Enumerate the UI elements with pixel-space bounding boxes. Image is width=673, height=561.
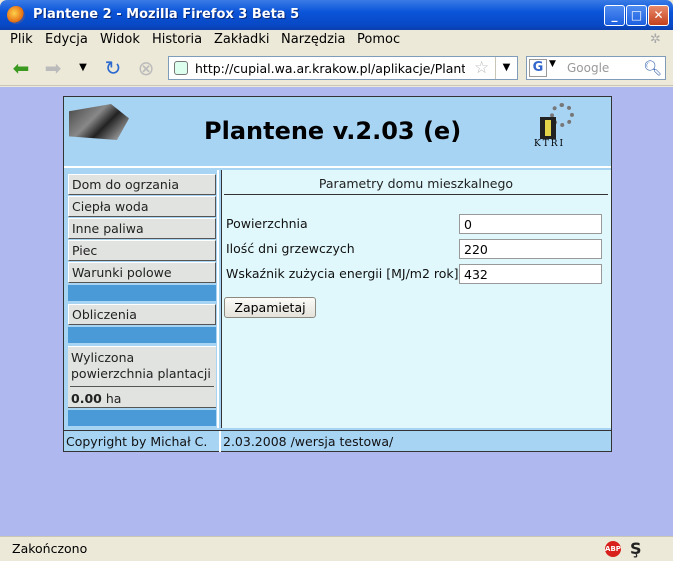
section-divider: [224, 194, 608, 195]
status-bar: Zakończono ABP Ş: [0, 536, 673, 561]
result-value-row: 0.00 ha: [71, 391, 121, 406]
close-button[interactable]: ✕: [648, 5, 669, 26]
result-value: 0.00: [71, 391, 102, 406]
menu-pomoc[interactable]: Pomoc: [357, 32, 400, 47]
window-titlebar: Plantene 2 - Mozilla Firefox 3 Beta 5 _ …: [0, 0, 673, 30]
field-label-powierzchnia: Powierzchnia: [226, 216, 308, 231]
search-placeholder[interactable]: Google: [567, 61, 609, 75]
sidebar-separator: [68, 410, 216, 426]
status-text: Zakończono: [12, 541, 88, 556]
save-button[interactable]: Zapamietaj: [224, 297, 316, 318]
site-identity-icon[interactable]: [174, 61, 188, 75]
result-unit: ha: [105, 391, 122, 406]
menu-widok[interactable]: Widok: [100, 32, 140, 47]
menu-edycja[interactable]: Edycja: [45, 32, 88, 47]
menu-zakladki[interactable]: Zakładki: [214, 32, 269, 47]
sidebar-item-inne-paliwa[interactable]: Inne paliwa: [68, 218, 216, 239]
field-label-wskaznik: Wskaźnik zużycia energii [MJ/m2 rok]: [226, 266, 459, 281]
app-title: Plantene v.2.03 (e): [204, 117, 462, 145]
sidebar-item-warunki-polowe[interactable]: Warunki polowe: [68, 262, 216, 283]
wskaznik-input[interactable]: [459, 264, 602, 284]
tree-logo-icon: [69, 104, 129, 140]
stop-icon[interactable]: ⊗: [135, 57, 157, 79]
forward-icon[interactable]: ➡: [42, 57, 64, 79]
version-text: 2.03.2008 /wersja testowa/: [223, 434, 394, 449]
url-bar[interactable]: http://cupial.wa.ar.krakow.pl/aplikacje/…: [168, 56, 518, 80]
ktrii-logo-text: KTRI: [534, 139, 566, 149]
url-dropdown-icon[interactable]: ▼: [495, 57, 517, 79]
menu-narzedzia[interactable]: Narzędzia: [281, 32, 346, 47]
minimize-button[interactable]: _: [604, 5, 625, 26]
adblock-icon[interactable]: ABP: [605, 541, 621, 557]
sidebar-separator: [68, 327, 216, 343]
page-viewport: Plantene v.2.03 (e) KTRI Dom do ogrzania…: [0, 87, 673, 536]
section-title: Parametry domu mieszkalnego: [318, 176, 514, 191]
result-label: Wyliczona powierzchnia plantacji: [71, 350, 211, 381]
sidebar-item-obliczenia[interactable]: Obliczenia: [68, 304, 216, 325]
sidebar-item-piec[interactable]: Piec: [68, 240, 216, 261]
back-icon[interactable]: ⬅: [10, 57, 32, 79]
extension-s-icon[interactable]: Ş: [630, 539, 642, 558]
app-container: Plantene v.2.03 (e) KTRI Dom do ogrzania…: [63, 96, 612, 452]
app-header: Plantene v.2.03 (e) KTRI: [64, 97, 611, 168]
sidebar: Dom do ogrzania Ciepła woda Inne paliwa …: [64, 170, 219, 428]
powierzchnia-input[interactable]: [459, 214, 602, 234]
menu-plik[interactable]: Plik: [10, 32, 33, 47]
bookmark-star-icon[interactable]: ☆: [474, 58, 489, 78]
history-dropdown-icon[interactable]: ▼: [72, 57, 94, 79]
menu-historia[interactable]: Historia: [152, 32, 202, 47]
engine-dropdown-icon[interactable]: ▼: [549, 59, 556, 69]
footer-divider: [219, 431, 221, 452]
firefox-logo-icon: [7, 6, 25, 24]
search-icon[interactable]: 🔍︎: [643, 59, 662, 77]
reload-icon[interactable]: ↻: [102, 57, 124, 79]
sidebar-item-ciepla-woda[interactable]: Ciepła woda: [68, 196, 216, 217]
throbber-icon: ✲: [650, 32, 661, 47]
app-footer: Copyright by Michał C. 2.03.2008 /wersja…: [64, 430, 611, 452]
plant-icon: [540, 117, 556, 139]
maximize-button[interactable]: □: [626, 5, 647, 26]
menubar: Plik Edycja Widok Historia Zakładki Narz…: [0, 30, 673, 50]
google-engine-icon[interactable]: G: [529, 59, 547, 77]
search-box[interactable]: G ▼ Google 🔍︎: [526, 56, 666, 80]
ktrii-logo-icon: KTRI: [532, 103, 578, 153]
url-text[interactable]: http://cupial.wa.ar.krakow.pl/aplikacje/…: [195, 61, 465, 76]
sidebar-separator: [68, 285, 216, 301]
window-title: Plantene 2 - Mozilla Firefox 3 Beta 5: [33, 7, 300, 22]
main-form-panel: Parametry domu mieszkalnego Powierzchnia…: [221, 170, 611, 428]
field-label-dni-grzewcze: Ilość dni grzewczych: [226, 241, 355, 256]
copyright-text: Copyright by Michał C.: [66, 434, 208, 449]
result-divider: [70, 386, 214, 387]
dni-grzewcze-input[interactable]: [459, 239, 602, 259]
sidebar-item-dom[interactable]: Dom do ogrzania: [68, 174, 216, 195]
result-panel: Wyliczona powierzchnia plantacji 0.00 ha: [68, 346, 216, 408]
